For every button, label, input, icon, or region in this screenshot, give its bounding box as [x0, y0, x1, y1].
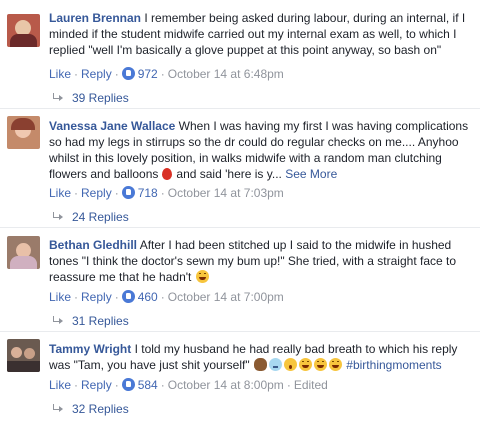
like-button[interactable]: Like [49, 186, 71, 200]
comment-timestamp[interactable]: October 14 at 7:00pm [168, 290, 284, 304]
like-icon [121, 186, 135, 199]
like-button[interactable]: Like [49, 67, 71, 81]
like-icon [121, 290, 135, 303]
replies-count[interactable]: 24 Replies [72, 210, 129, 224]
cold-sweat-emoji-icon [268, 358, 282, 371]
view-replies-link[interactable]: 39 Replies [52, 90, 129, 106]
astonished-emoji-icon [283, 358, 297, 371]
avatar[interactable] [7, 116, 40, 149]
comment-timestamp[interactable]: October 14 at 7:03pm [168, 186, 284, 200]
like-icon [121, 378, 135, 391]
comment-body: Vanessa Jane Wallace When I was having m… [49, 118, 475, 182]
like-count[interactable]: 460 [138, 290, 158, 304]
avatar[interactable] [7, 14, 40, 47]
comment-text-tail: and said 'here is y... [176, 167, 282, 181]
laughing-emoji-icon [298, 358, 312, 371]
avatar[interactable] [7, 236, 40, 269]
comment-actions: Like · Reply · 972 · October 14 at 6:48pm [49, 67, 284, 81]
view-replies-link[interactable]: 24 Replies [52, 209, 129, 225]
laughing-emoji-icon [328, 358, 342, 371]
comment-author[interactable]: Vanessa Jane Wallace [49, 119, 175, 133]
like-button[interactable]: Like [49, 378, 71, 392]
comment-author[interactable]: Tammy Wright [49, 342, 131, 356]
like-count[interactable]: 718 [138, 186, 158, 200]
replies-count[interactable]: 39 Replies [72, 91, 129, 105]
divider [0, 108, 480, 109]
laughing-emoji-icon [195, 270, 209, 283]
comment-actions: Like · Reply · 584 · October 14 at 8:00pm · Edit… [49, 378, 328, 392]
divider [0, 227, 480, 228]
comment-author[interactable]: Bethan Gledhill [49, 238, 137, 252]
like-icon [121, 67, 135, 80]
poo-emoji-icon [253, 358, 267, 371]
reply-arrow-icon [52, 316, 64, 326]
comment-body: Tammy Wright I told my husband he had re… [49, 341, 475, 373]
view-replies-link[interactable]: 32 Replies [52, 401, 129, 417]
reply-button[interactable]: Reply [81, 378, 112, 392]
edited-label[interactable]: Edited [294, 378, 328, 392]
laughing-emoji-icon [313, 358, 327, 371]
comment-actions: Like · Reply · 460 · October 14 at 7:00pm [49, 290, 284, 304]
divider [0, 331, 480, 332]
replies-count[interactable]: 32 Replies [72, 402, 129, 416]
like-count[interactable]: 584 [138, 378, 158, 392]
comment-timestamp[interactable]: October 14 at 6:48pm [168, 67, 284, 81]
comment-actions: Like · Reply · 718 · October 14 at 7:03pm [49, 186, 284, 200]
comment-body: Bethan Gledhill After I had been stitche… [49, 237, 475, 285]
like-button[interactable]: Like [49, 290, 71, 304]
reply-button[interactable]: Reply [81, 67, 112, 81]
reply-button[interactable]: Reply [81, 290, 112, 304]
view-replies-link[interactable]: 31 Replies [52, 313, 129, 329]
comment-body: Lauren Brennan I remember being asked du… [49, 10, 475, 58]
like-count[interactable]: 972 [138, 67, 158, 81]
hashtag-link[interactable]: #birthingmoments [346, 358, 441, 372]
see-more-link[interactable]: See More [285, 167, 337, 181]
reply-arrow-icon [52, 93, 64, 103]
comment-author[interactable]: Lauren Brennan [49, 11, 141, 25]
avatar[interactable] [7, 339, 40, 372]
reply-arrow-icon [52, 404, 64, 414]
reply-button[interactable]: Reply [81, 186, 112, 200]
comment-timestamp[interactable]: October 14 at 8:00pm [168, 378, 284, 392]
reply-arrow-icon [52, 212, 64, 222]
replies-count[interactable]: 31 Replies [72, 314, 129, 328]
balloon-icon [162, 168, 173, 180]
